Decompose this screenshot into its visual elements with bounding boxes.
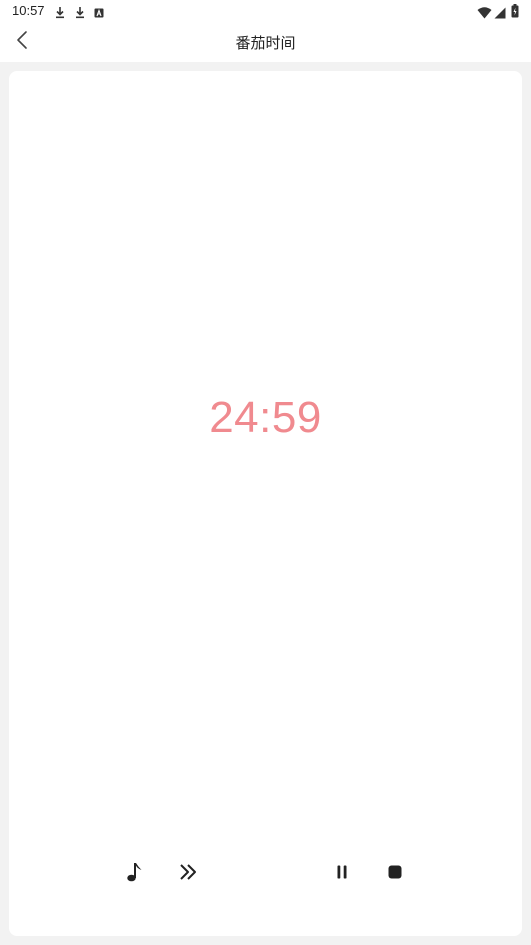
timer-card: 24:59 xyxy=(9,71,522,936)
download-icon xyxy=(55,4,65,23)
pause-icon xyxy=(335,864,349,884)
accessibility-icon xyxy=(94,4,104,23)
page-title: 番茄时间 xyxy=(235,34,296,52)
stop-button[interactable] xyxy=(381,860,409,888)
pause-button[interactable] xyxy=(328,860,356,888)
skip-button[interactable] xyxy=(174,860,202,888)
app-bar: 番茄时间 xyxy=(0,22,531,62)
download-icon xyxy=(75,4,85,23)
wifi-icon xyxy=(477,4,492,23)
status-bar: 10:57 xyxy=(0,0,531,22)
timer-display: 24:59 xyxy=(209,393,322,442)
signal-icon xyxy=(494,4,506,23)
music-button[interactable] xyxy=(121,860,149,888)
stop-icon xyxy=(387,864,403,884)
double-chevron-icon xyxy=(178,862,198,886)
status-time: 10:57 xyxy=(12,3,45,18)
battery-icon xyxy=(511,3,519,22)
music-note-icon xyxy=(126,861,144,887)
